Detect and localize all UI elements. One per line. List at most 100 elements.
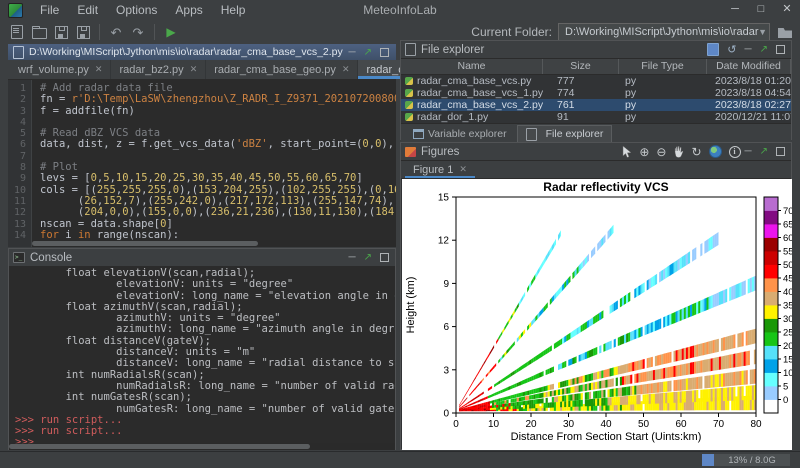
editor-title-bar[interactable]: D:\Working\MIScript\Jython\mis\io\radar\… <box>8 44 396 60</box>
menu-file[interactable]: File <box>31 3 68 17</box>
column-header[interactable]: Size <box>543 59 619 74</box>
titlebar: FileEditOptionsAppsHelp MeteoInfoLab ─ □… <box>0 0 800 20</box>
variables-grid-icon <box>413 129 424 139</box>
refresh-icon[interactable]: ↺ <box>727 43 736 56</box>
svg-text:40: 40 <box>600 419 612 430</box>
console-detach-icon[interactable]: ↗ <box>364 252 372 263</box>
explorer-minimize-icon[interactable]: ─ <box>745 44 752 55</box>
scrollbar-thumb[interactable] <box>9 444 310 449</box>
app-logo-icon <box>8 3 23 18</box>
svg-text:Distance From Section Start (U: Distance From Section Start (Uints:km) <box>511 431 702 443</box>
pan-hand-icon[interactable] <box>673 146 684 158</box>
new-file-button[interactable] <box>7 22 27 42</box>
console-text: float elevationV(scan,radial); elevation… <box>9 267 395 449</box>
editor-tab[interactable]: wrf_volume.py✕ <box>10 60 111 79</box>
menu-options[interactable]: Options <box>107 3 166 17</box>
file-explorer-panel: File explorer ↺ ─ ↗ NameSizeFile TypeDat… <box>400 40 792 140</box>
file-date: 2020/12/21 11:07 <box>707 111 791 123</box>
browse-folder-icon[interactable] <box>778 28 792 38</box>
new-file-icon <box>11 25 23 39</box>
rotate-icon[interactable]: ↻ <box>691 146 701 158</box>
memory-indicator[interactable]: 13% / 8.0G <box>702 454 790 466</box>
editor-tab[interactable]: radar_cma_base_geo.py✕ <box>206 60 358 79</box>
figures-title-bar[interactable]: Figures ⊕ ⊖ ↻ i ─ ↗ <box>401 143 791 161</box>
info-icon[interactable]: i <box>729 146 741 158</box>
close-tab-icon[interactable]: ✕ <box>190 64 198 75</box>
figures-detach-icon[interactable]: ↗ <box>760 146 768 157</box>
current-folder-combobox[interactable]: D:\Working\MIScript\Jython\mis\io\radar … <box>558 23 770 42</box>
zoom-in-icon[interactable]: ⊕ <box>639 146 649 158</box>
figures-float-icon[interactable] <box>776 147 785 156</box>
file-icon <box>526 128 537 141</box>
table-row[interactable]: radar_cma_base_vcs_1.py774py2023/8/18 04… <box>401 87 791 99</box>
editor-minimize-icon[interactable]: ─ <box>349 47 356 58</box>
redo-button[interactable]: ↷ <box>128 22 148 42</box>
python-file-icon <box>405 113 413 121</box>
console-title-bar[interactable]: >_ Console ─ ↗ <box>9 249 395 267</box>
column-header[interactable]: File Type <box>619 59 707 74</box>
window-close-icon[interactable]: ✕ <box>774 0 800 20</box>
code-editor[interactable]: 1234567891011121314 # Add radar data fil… <box>8 80 396 247</box>
tab-file-explorer[interactable]: File explorer <box>517 125 613 143</box>
current-folder-label: Current Folder: <box>471 25 552 39</box>
clipboard-icon[interactable] <box>707 43 719 56</box>
file-date: 2023/8/18 01:20 <box>707 75 791 87</box>
svg-text:0: 0 <box>443 409 449 420</box>
code-text[interactable]: # Add radar data file fn = r'D:\Temp\LaS… <box>32 80 396 247</box>
console-title: Console <box>30 252 72 264</box>
console-minimize-icon[interactable]: ─ <box>349 252 356 263</box>
svg-text:Radar reflectivity VCS: Radar reflectivity VCS <box>543 180 668 194</box>
editor-tab[interactable]: radar_bz2.py✕ <box>111 60 206 79</box>
svg-text:80: 80 <box>750 419 762 430</box>
table-row[interactable]: radar_cma_base_vcs.py777py2023/8/18 01:2… <box>401 75 791 87</box>
zoom-out-icon[interactable]: ⊖ <box>656 146 666 158</box>
table-row[interactable]: radar_dor_1.py91py2020/12/21 11:07 <box>401 111 791 123</box>
console-panel: >_ Console ─ ↗ float elevationV(scan,rad… <box>8 248 396 450</box>
run-script-button[interactable]: ▶ <box>161 22 181 42</box>
menu-apps[interactable]: Apps <box>166 3 211 17</box>
tab-variable-explorer[interactable]: Variable explorer <box>405 126 515 142</box>
tab-label: Variable explorer <box>428 128 507 140</box>
window-maximize-icon[interactable]: □ <box>748 0 774 20</box>
save-all-button[interactable] <box>73 22 93 42</box>
file-type: py <box>619 99 707 111</box>
explorer-float-icon[interactable] <box>776 45 785 54</box>
save-button[interactable] <box>51 22 71 42</box>
open-folder-button[interactable] <box>29 22 49 42</box>
column-header[interactable]: Name <box>401 59 543 74</box>
scrollbar-thumb[interactable] <box>32 241 258 246</box>
figure-toolbar: ⊕ ⊖ ↻ i <box>622 145 740 158</box>
table-row[interactable]: radar_cma_base_vcs_2.py761py2023/8/18 02… <box>401 99 791 111</box>
close-tab-icon[interactable]: ✕ <box>342 64 350 75</box>
close-tab-icon[interactable]: ✕ <box>95 64 103 75</box>
file-size: 91 <box>543 111 619 123</box>
svg-text:12: 12 <box>438 236 450 247</box>
svg-text:55: 55 <box>783 247 792 258</box>
editor-horizontal-scrollbar[interactable] <box>32 240 396 247</box>
column-header[interactable]: Date Modified <box>707 59 791 74</box>
explorer-detach-icon[interactable]: ↗ <box>760 44 768 55</box>
figure-tab[interactable]: Figure 1✕ <box>405 161 475 178</box>
terminal-icon: >_ <box>13 252 25 263</box>
editor-panel: D:\Working\MIScript\Jython\mis\io\radar\… <box>8 44 396 246</box>
globe-icon[interactable] <box>709 145 722 158</box>
file-explorer-title-bar[interactable]: File explorer ↺ ─ ↗ <box>401 41 791 59</box>
undo-button[interactable]: ↶ <box>106 22 126 42</box>
menu-help[interactable]: Help <box>212 3 255 17</box>
window-minimize-icon[interactable]: ─ <box>722 0 748 20</box>
console-output[interactable]: float elevationV(scan,radial); elevation… <box>9 267 395 450</box>
document-icon <box>13 46 24 59</box>
vcs-chart[interactable]: 0102030405060708003691215Radar reflectiv… <box>402 179 790 450</box>
menu-edit[interactable]: Edit <box>68 3 107 17</box>
pointer-icon[interactable] <box>622 146 632 158</box>
figures-minimize-icon[interactable]: ─ <box>745 146 752 157</box>
open-folder-icon <box>32 28 47 39</box>
svg-text:60: 60 <box>783 233 792 244</box>
editor-float-icon[interactable] <box>380 48 389 57</box>
console-float-icon[interactable] <box>380 253 389 262</box>
memory-usage-bar <box>702 454 714 466</box>
console-horizontal-scrollbar[interactable] <box>9 443 395 450</box>
chevron-down-icon[interactable]: ▼ <box>758 24 767 41</box>
close-tab-icon[interactable]: ✕ <box>459 164 467 175</box>
editor-detach-icon[interactable]: ↗ <box>364 47 372 58</box>
